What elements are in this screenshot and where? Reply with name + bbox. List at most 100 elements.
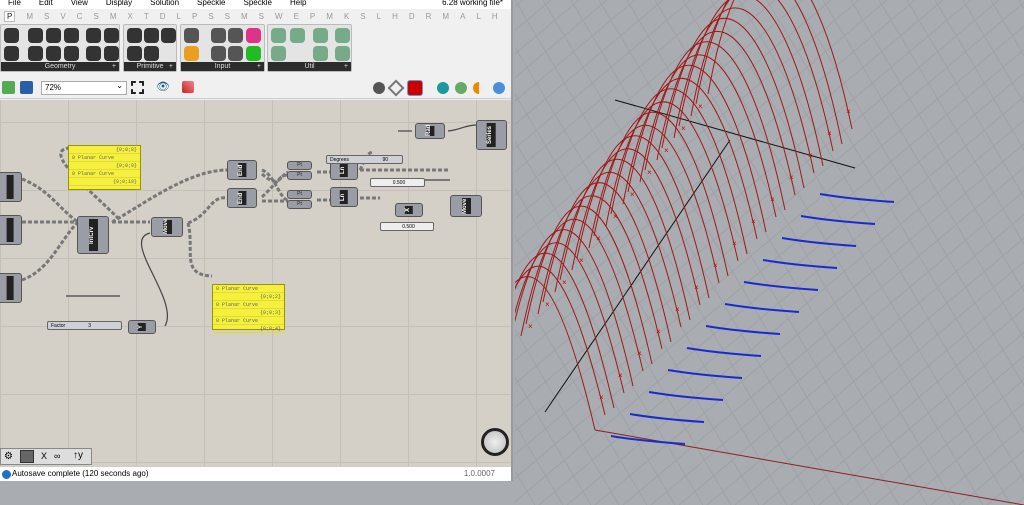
component-icon[interactable]	[211, 28, 226, 43]
open-file-icon[interactable]	[2, 81, 15, 94]
y-axis-icon[interactable]: ↑y	[73, 450, 83, 462]
tab-21[interactable]: S	[360, 12, 365, 21]
menu-display[interactable]: Display	[106, 0, 132, 9]
unit-y-component[interactable]: Y	[128, 320, 156, 334]
point-param[interactable]: Pt	[287, 190, 312, 199]
menu-speckle[interactable]: Speckle	[197, 0, 225, 9]
bake-icon[interactable]	[437, 82, 449, 94]
tab-17[interactable]: E	[294, 12, 299, 21]
tab-27[interactable]: A	[460, 12, 465, 21]
component-icon[interactable]	[211, 46, 226, 61]
component-icon[interactable]	[246, 46, 261, 61]
tab-24[interactable]: D	[409, 12, 415, 21]
tab-4[interactable]: C	[77, 12, 83, 21]
tab-5[interactable]: S	[93, 12, 98, 21]
menu-help[interactable]: Help	[290, 0, 306, 9]
component-icon[interactable]	[313, 28, 328, 43]
component-icon[interactable]	[28, 46, 43, 61]
tab-6[interactable]: M	[110, 12, 117, 21]
tab-11[interactable]: P	[192, 12, 197, 21]
menu-solution[interactable]: Solution	[150, 0, 179, 9]
number-slider-1[interactable]: 0.500	[370, 178, 425, 187]
move-component-1[interactable]: Move	[151, 217, 183, 237]
component-icon[interactable]	[104, 46, 119, 61]
component-icon[interactable]	[64, 46, 79, 61]
tab-2[interactable]: S	[44, 12, 49, 21]
component-icon[interactable]	[335, 46, 350, 61]
component-icon[interactable]	[4, 28, 19, 43]
number-slider-2[interactable]: 0.500	[380, 222, 434, 231]
line-component-2[interactable]: Ln	[330, 187, 358, 207]
preview-eye-icon[interactable]: 👁	[156, 81, 170, 94]
settings-icon[interactable]: ⚙	[4, 451, 13, 463]
tab-15[interactable]: S	[259, 12, 264, 21]
component-icon[interactable]	[313, 46, 328, 61]
menu-view[interactable]: View	[71, 0, 88, 9]
tab-7[interactable]: X	[128, 12, 133, 21]
tab-23[interactable]: H	[392, 12, 398, 21]
param-icon[interactable]	[20, 450, 34, 463]
grasshopper-canvas[interactable]: {0;0;8} 0 Planar Curve {0;0;9} 0 Planar Cur…	[0, 100, 511, 466]
menu-speckle-2[interactable]: Speckle	[244, 0, 272, 9]
component-icon[interactable]	[228, 28, 243, 43]
sphere-icon[interactable]	[493, 82, 505, 94]
tab-16[interactable]: W	[275, 12, 283, 21]
unit-x-component[interactable]: X	[395, 203, 423, 217]
component-icon[interactable]	[290, 28, 305, 43]
tab-29[interactable]: H	[492, 12, 498, 21]
curve-param-1[interactable]	[0, 172, 22, 202]
component-icon[interactable]	[228, 46, 243, 61]
tab-3[interactable]: V	[60, 12, 65, 21]
component-icon[interactable]	[184, 28, 199, 43]
component-icon[interactable]	[246, 28, 261, 43]
tab-12[interactable]: S	[208, 12, 213, 21]
tab-18[interactable]: P	[310, 12, 315, 21]
component-icon[interactable]	[104, 28, 119, 43]
tab-19[interactable]: M	[326, 12, 333, 21]
tab-13[interactable]: S	[225, 12, 230, 21]
tab-20[interactable]: K	[344, 12, 349, 21]
tab-26[interactable]: M	[442, 12, 449, 21]
component-icon[interactable]	[161, 28, 176, 43]
x-axis-icon[interactable]: X	[41, 451, 47, 462]
tab-0[interactable]: P	[4, 11, 16, 22]
tab-28[interactable]: L	[476, 12, 480, 21]
curve-param-3[interactable]	[0, 273, 22, 303]
zoom-dropdown[interactable]: 72%	[41, 80, 127, 95]
factor-slider[interactable]: Factor 3	[47, 321, 122, 330]
glasses-icon[interactable]: ∞	[54, 451, 60, 462]
preview-selected-icon[interactable]	[407, 80, 423, 96]
component-icon[interactable]	[144, 46, 159, 61]
preview-wire-icon[interactable]	[387, 79, 405, 97]
panel-output-1[interactable]: {0;0;8} 0 Planar Curve {0;0;9} 0 Planar Cur…	[68, 145, 141, 190]
preview-shaded-icon[interactable]	[373, 82, 385, 94]
radians-component[interactable]: Rad	[415, 123, 445, 139]
tab-22[interactable]: L	[377, 12, 381, 21]
zoom-extents-icon[interactable]	[131, 81, 144, 94]
point-param[interactable]: Pt	[287, 200, 312, 209]
component-icon[interactable]	[4, 46, 19, 61]
move-component-2[interactable]: Move	[450, 195, 482, 217]
component-icon[interactable]	[28, 28, 43, 43]
end-points-component-2[interactable]: End	[227, 188, 257, 208]
tab-1[interactable]: M	[26, 12, 33, 21]
series-component[interactable]: Series	[476, 120, 507, 150]
interpolate-curve-component[interactable]: IntCrv	[77, 216, 109, 254]
sketch-pen-icon[interactable]	[182, 81, 194, 93]
component-icon[interactable]	[144, 28, 159, 43]
component-icon[interactable]	[127, 28, 142, 43]
curve-param-2[interactable]	[0, 215, 22, 245]
component-icon[interactable]	[271, 28, 286, 43]
component-icon[interactable]	[46, 28, 61, 43]
rhino-viewport[interactable]: ××××××××××××××××××××××××××××	[515, 0, 1024, 505]
component-icon[interactable]	[46, 46, 61, 61]
menu-file[interactable]: File	[8, 0, 21, 9]
tab-9[interactable]: D	[160, 12, 166, 21]
menu-edit[interactable]: Edit	[39, 0, 53, 9]
component-icon[interactable]	[184, 46, 199, 61]
tab-10[interactable]: L	[177, 12, 181, 21]
component-icon[interactable]	[271, 46, 286, 61]
degrees-slider[interactable]: Degrees 90	[326, 155, 403, 164]
point-param[interactable]: Pt	[287, 161, 312, 170]
tab-14[interactable]: M	[241, 12, 248, 21]
